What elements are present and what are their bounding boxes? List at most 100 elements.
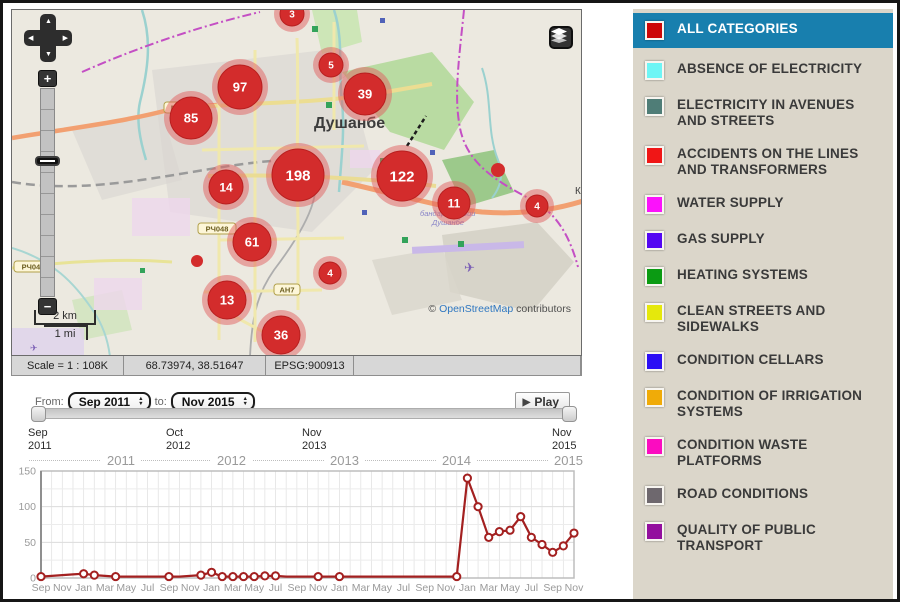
attribution-suffix: contributors bbox=[513, 303, 571, 315]
category-label: ELECTRICITY IN AVENUES AND STREETS bbox=[677, 97, 883, 129]
cluster-marker[interactable]: 198 bbox=[266, 143, 330, 207]
data-point[interactable] bbox=[240, 573, 247, 580]
zoom-slider-track[interactable] bbox=[40, 88, 55, 297]
data-point[interactable] bbox=[80, 570, 87, 577]
cluster-marker[interactable]: 4 bbox=[520, 189, 554, 223]
legend-item-electricity-in-avenues-and-streets[interactable]: ELECTRICITY IN AVENUES AND STREETS bbox=[633, 97, 893, 129]
data-point[interactable] bbox=[538, 541, 545, 548]
timeline-range-label: Nov2015 bbox=[552, 427, 576, 453]
data-point[interactable] bbox=[464, 475, 471, 482]
data-point[interactable] bbox=[549, 549, 556, 556]
data-point[interactable] bbox=[336, 573, 343, 580]
data-point[interactable] bbox=[261, 572, 268, 579]
legend-item-water-supply[interactable]: WATER SUPPLY bbox=[633, 195, 893, 214]
data-point[interactable] bbox=[474, 503, 481, 510]
map-attribution: © OpenStreetMap contributors bbox=[428, 303, 571, 315]
legend-item-accidents-on-the-lines-and-transformers[interactable]: ACCIDENTS ON THE LINES AND TRANSFORMERS bbox=[633, 146, 893, 178]
data-point[interactable] bbox=[485, 534, 492, 541]
cluster-marker[interactable]: 61 bbox=[227, 217, 277, 267]
legend-item-condition-cellars[interactable]: CONDITION CELLARS bbox=[633, 352, 893, 371]
slider-handle-start[interactable] bbox=[31, 406, 46, 422]
legend-item-all-categories[interactable]: ALL CATEGORIES bbox=[633, 13, 893, 48]
airplane-icon: ✈ bbox=[30, 343, 38, 353]
cluster-marker[interactable]: 4 bbox=[313, 256, 347, 290]
category-color-swatch bbox=[645, 388, 664, 407]
legend-item-absence-of-electricity[interactable]: ABSENCE OF ELECTRICITY bbox=[633, 61, 893, 80]
time-slider-track[interactable] bbox=[31, 408, 577, 419]
cluster-count: 61 bbox=[245, 235, 259, 250]
category-legend-panel: ALL CATEGORIES ABSENCE OF ELECTRICITY ELEC… bbox=[633, 9, 893, 599]
data-point[interactable] bbox=[315, 573, 322, 580]
report-dot[interactable] bbox=[191, 255, 203, 267]
x-tick-label: Nov bbox=[309, 582, 328, 594]
cluster-marker[interactable]: 14 bbox=[203, 164, 249, 210]
layer-switcher-button[interactable] bbox=[549, 26, 573, 49]
zoom-slider-handle[interactable] bbox=[35, 156, 60, 166]
map-status-bar: Scale = 1 : 108K 68.73974, 38.51647 EPSG… bbox=[11, 356, 582, 376]
cluster-marker[interactable]: 11 bbox=[432, 181, 476, 225]
data-point[interactable] bbox=[251, 573, 258, 580]
legend-item-quality-of-public-transport[interactable]: QUALITY OF PUBLIC TRANSPORT bbox=[633, 522, 893, 554]
pan-down-icon[interactable]: ▼ bbox=[45, 51, 52, 58]
category-label: CLEAN STREETS AND SIDEWALKS bbox=[677, 303, 883, 335]
scale-km-label: 2 km bbox=[34, 310, 96, 325]
data-point[interactable] bbox=[208, 569, 215, 576]
pan-up-icon[interactable]: ▲ bbox=[45, 18, 52, 25]
x-tick-label: Jul bbox=[141, 582, 154, 594]
timeline-range-label: Sep2011 bbox=[28, 427, 52, 453]
data-point[interactable] bbox=[165, 573, 172, 580]
map-viewport[interactable]: ✈ ✈ Душанбе М41РЧ048РЧ048АН7 АН7бандари … bbox=[11, 9, 582, 356]
report-dot[interactable] bbox=[491, 163, 505, 177]
data-point[interactable] bbox=[272, 572, 279, 579]
data-point[interactable] bbox=[528, 534, 535, 541]
data-point[interactable] bbox=[560, 542, 567, 549]
cluster-marker[interactable]: 13 bbox=[202, 275, 252, 325]
legend-item-road-conditions[interactable]: ROAD CONDITIONS bbox=[633, 486, 893, 505]
cluster-marker[interactable]: 122 bbox=[371, 145, 433, 207]
cluster-marker[interactable]: 39 bbox=[338, 67, 392, 121]
category-color-swatch bbox=[645, 352, 664, 371]
category-label: WATER SUPPLY bbox=[677, 195, 784, 211]
openstreetmap-link[interactable]: OpenStreetMap bbox=[439, 303, 513, 315]
svg-text:РЧ048: РЧ048 bbox=[206, 225, 229, 234]
data-point[interactable] bbox=[229, 573, 236, 580]
data-point[interactable] bbox=[219, 573, 226, 580]
data-point[interactable] bbox=[91, 572, 98, 579]
status-coordinates: 68.73974, 38.51647 bbox=[124, 356, 266, 375]
category-label: ROAD CONDITIONS bbox=[677, 486, 808, 502]
category-color-swatch bbox=[645, 267, 664, 286]
data-point[interactable] bbox=[496, 528, 503, 535]
data-point[interactable] bbox=[506, 527, 513, 534]
zoom-in-button[interactable]: + bbox=[38, 70, 57, 87]
x-tick-label: Nov bbox=[53, 582, 72, 594]
category-label: ABSENCE OF ELECTRICITY bbox=[677, 61, 862, 77]
pan-left-icon[interactable]: ◀ bbox=[28, 35, 33, 42]
data-point[interactable] bbox=[453, 573, 460, 580]
legend-item-condition-waste-platforms[interactable]: CONDITION WASTE PLATFORMS bbox=[633, 437, 893, 469]
legend-item-clean-streets-and-sidewalks[interactable]: CLEAN STREETS AND SIDEWALKS bbox=[633, 303, 893, 335]
data-point[interactable] bbox=[517, 513, 524, 520]
status-epsg: EPSG:900913 bbox=[266, 356, 354, 375]
data-point[interactable] bbox=[112, 573, 119, 580]
pan-right-icon[interactable]: ▶ bbox=[63, 35, 68, 42]
category-label: ACCIDENTS ON THE LINES AND TRANSFORMERS bbox=[677, 146, 883, 178]
scale-mi-label: 1 mi bbox=[44, 325, 88, 340]
cluster-marker[interactable]: 97 bbox=[212, 59, 268, 115]
slider-handle-end[interactable] bbox=[562, 406, 577, 422]
cluster-count: 5 bbox=[328, 61, 334, 72]
category-color-swatch bbox=[645, 486, 664, 505]
data-point[interactable] bbox=[37, 573, 44, 580]
x-tick-label: Nov bbox=[181, 582, 200, 594]
legend-item-heating-systems[interactable]: HEATING SYSTEMS bbox=[633, 267, 893, 286]
cluster-marker[interactable]: 85 bbox=[164, 91, 218, 145]
x-tick-label: Jul bbox=[397, 582, 410, 594]
legend-item-condition-of-irrigation-systems[interactable]: CONDITION OF IRRIGATION SYSTEMS bbox=[633, 388, 893, 420]
category-color-swatch bbox=[645, 97, 664, 116]
category-color-swatch bbox=[645, 522, 664, 541]
copyright-symbol: © bbox=[428, 303, 436, 315]
legend-item-gas-supply[interactable]: GAS SUPPLY bbox=[633, 231, 893, 250]
map-pan-control[interactable]: ▲ ▼ ◀ ▶ bbox=[24, 14, 72, 62]
cluster-count: 198 bbox=[285, 167, 310, 184]
data-point[interactable] bbox=[197, 572, 204, 579]
data-point[interactable] bbox=[570, 529, 577, 536]
